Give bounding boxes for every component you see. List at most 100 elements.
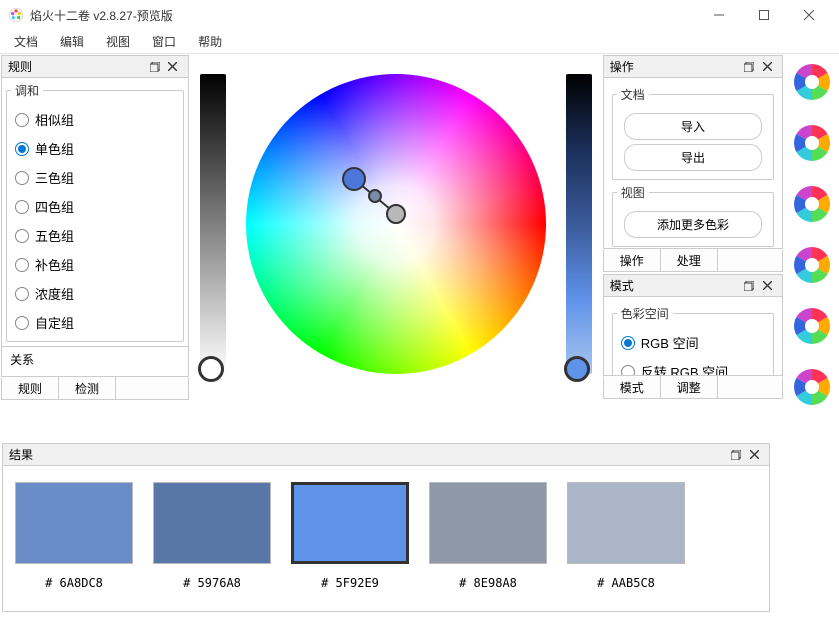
swatch-color [429, 482, 547, 564]
results-panel-title: 结果 [9, 446, 33, 463]
ops-tab-1[interactable]: 处理 [661, 249, 718, 272]
radio-icon [621, 365, 635, 376]
sidebar-wheel-icon-0[interactable] [792, 62, 832, 105]
undock-icon[interactable] [146, 58, 164, 76]
lightness-handle[interactable] [198, 356, 224, 382]
ops-tab-0[interactable]: 操作 [604, 249, 661, 272]
rule-option-0[interactable]: 相似组 [11, 105, 179, 134]
swatch-color [567, 482, 685, 564]
radio-icon [15, 171, 29, 185]
undock-icon[interactable] [740, 58, 758, 76]
mode-option-label: 反转 RGB 空间 [641, 362, 728, 375]
mode-option-label: RGB 空间 [641, 333, 699, 352]
swatch-hex: # AAB5C8 [597, 576, 655, 590]
menu-2[interactable]: 视图 [96, 30, 140, 53]
window-title: 焰火十二卷 v2.8.27-预览版 [30, 7, 696, 24]
rules-tab-1[interactable]: 检测 [59, 377, 116, 400]
rule-option-label: 相似组 [35, 110, 74, 129]
hue-handle[interactable] [564, 356, 590, 382]
rule-option-label: 三色组 [35, 168, 74, 187]
radio-icon [15, 316, 29, 330]
sidebar-wheel-icon-5[interactable] [792, 367, 832, 410]
wheel-handle-2[interactable] [368, 189, 382, 203]
close-button[interactable] [786, 0, 831, 30]
swatch-hex: # 5F92E9 [321, 576, 379, 590]
rule-option-label: 单色组 [35, 139, 74, 158]
rule-option-label: 自定组 [35, 313, 74, 332]
swatch-hex: # 5976A8 [183, 576, 241, 590]
ops-panel-title: 操作 [610, 58, 634, 75]
menu-3[interactable]: 窗口 [142, 30, 186, 53]
radio-icon [15, 200, 29, 214]
radio-icon [15, 142, 29, 156]
radio-icon [15, 229, 29, 243]
menubar: 文档编辑视图窗口帮助 [0, 30, 839, 54]
color-wheel[interactable] [246, 74, 546, 374]
mode-tab-0[interactable]: 模式 [604, 376, 661, 399]
swatch-0[interactable]: # 6A8DC8 [15, 482, 133, 601]
export-button[interactable]: 导出 [624, 144, 761, 171]
rule-option-1[interactable]: 单色组 [11, 134, 179, 163]
radio-icon [621, 336, 635, 350]
maximize-button[interactable] [741, 0, 786, 30]
radio-icon [15, 258, 29, 272]
rule-option-label: 五色组 [35, 226, 74, 245]
sidebar-toolbar [784, 54, 839, 631]
results-panel: 结果 # 6A8DC8 # 5976A8 # 5F92E9 # 8E98A8 # AAB… [2, 443, 770, 612]
wheel-handle-3[interactable] [386, 204, 406, 224]
rule-option-5[interactable]: 补色组 [11, 250, 179, 279]
radio-icon [15, 113, 29, 127]
mode-panel-title: 模式 [610, 277, 634, 294]
harmony-group: 调和 相似组单色组三色组四色组五色组补色组浓度组自定组 [6, 82, 184, 342]
close-icon[interactable] [745, 446, 763, 464]
swatch-2[interactable]: # 5F92E9 [291, 482, 409, 601]
swatch-hex: # 6A8DC8 [45, 576, 103, 590]
close-icon[interactable] [758, 277, 776, 295]
rule-option-6[interactable]: 浓度组 [11, 279, 179, 308]
relation-header: 关系 [2, 346, 188, 372]
rules-tab-0[interactable]: 规则 [2, 377, 59, 400]
sidebar-wheel-icon-2[interactable] [792, 184, 832, 227]
hue-strip[interactable] [566, 74, 592, 374]
close-icon[interactable] [164, 58, 182, 76]
undock-icon[interactable] [740, 277, 758, 295]
swatch-color [15, 482, 133, 564]
swatch-1[interactable]: # 5976A8 [153, 482, 271, 601]
sidebar-wheel-icon-3[interactable] [792, 245, 832, 288]
swatch-color [291, 482, 409, 564]
rule-option-4[interactable]: 五色组 [11, 221, 179, 250]
sidebar-wheel-icon-4[interactable] [792, 306, 832, 349]
menu-0[interactable]: 文档 [4, 30, 48, 53]
mode-tab-1[interactable]: 调整 [661, 376, 718, 399]
ops-tabstrip: 操作处理 [603, 250, 783, 272]
menu-4[interactable]: 帮助 [188, 30, 232, 53]
rule-option-label: 四色组 [35, 197, 74, 216]
menu-1[interactable]: 编辑 [50, 30, 94, 53]
wheel-handle-primary[interactable] [342, 167, 366, 191]
sidebar-wheel-icon-1[interactable] [792, 123, 832, 166]
mode-option-1[interactable]: 反转 RGB 空间 [617, 357, 769, 375]
close-icon[interactable] [758, 58, 776, 76]
add-more-colors-button[interactable]: 添加更多色彩 [624, 211, 761, 238]
swatch-color [153, 482, 271, 564]
undock-icon[interactable] [727, 446, 745, 464]
mode-tabstrip: 模式调整 [603, 377, 783, 399]
app-icon [8, 7, 24, 23]
mode-panel: 模式 色彩空间 RGB 空间反转 RGB 空间 [603, 274, 783, 376]
rules-tabstrip: 规则检测 [1, 378, 189, 400]
rule-option-2[interactable]: 三色组 [11, 163, 179, 192]
minimize-button[interactable] [696, 0, 741, 30]
swatch-4[interactable]: # AAB5C8 [567, 482, 685, 601]
lightness-strip[interactable] [200, 74, 226, 374]
titlebar: 焰火十二卷 v2.8.27-预览版 [0, 0, 839, 30]
rules-panel: 规则 调和 相似组单色组三色组四色组五色组补色组浓度组自定组 关系 [1, 55, 189, 377]
rule-option-7[interactable]: 自定组 [11, 308, 179, 337]
rule-option-label: 浓度组 [35, 284, 74, 303]
import-button[interactable]: 导入 [624, 113, 761, 140]
mode-option-0[interactable]: RGB 空间 [617, 328, 769, 357]
swatch-3[interactable]: # 8E98A8 [429, 482, 547, 601]
rule-option-3[interactable]: 四色组 [11, 192, 179, 221]
radio-icon [15, 287, 29, 301]
rules-panel-title: 规则 [8, 58, 32, 75]
ops-panel: 操作 文档 导入 导出 视图 添加更多色彩 [603, 55, 783, 249]
